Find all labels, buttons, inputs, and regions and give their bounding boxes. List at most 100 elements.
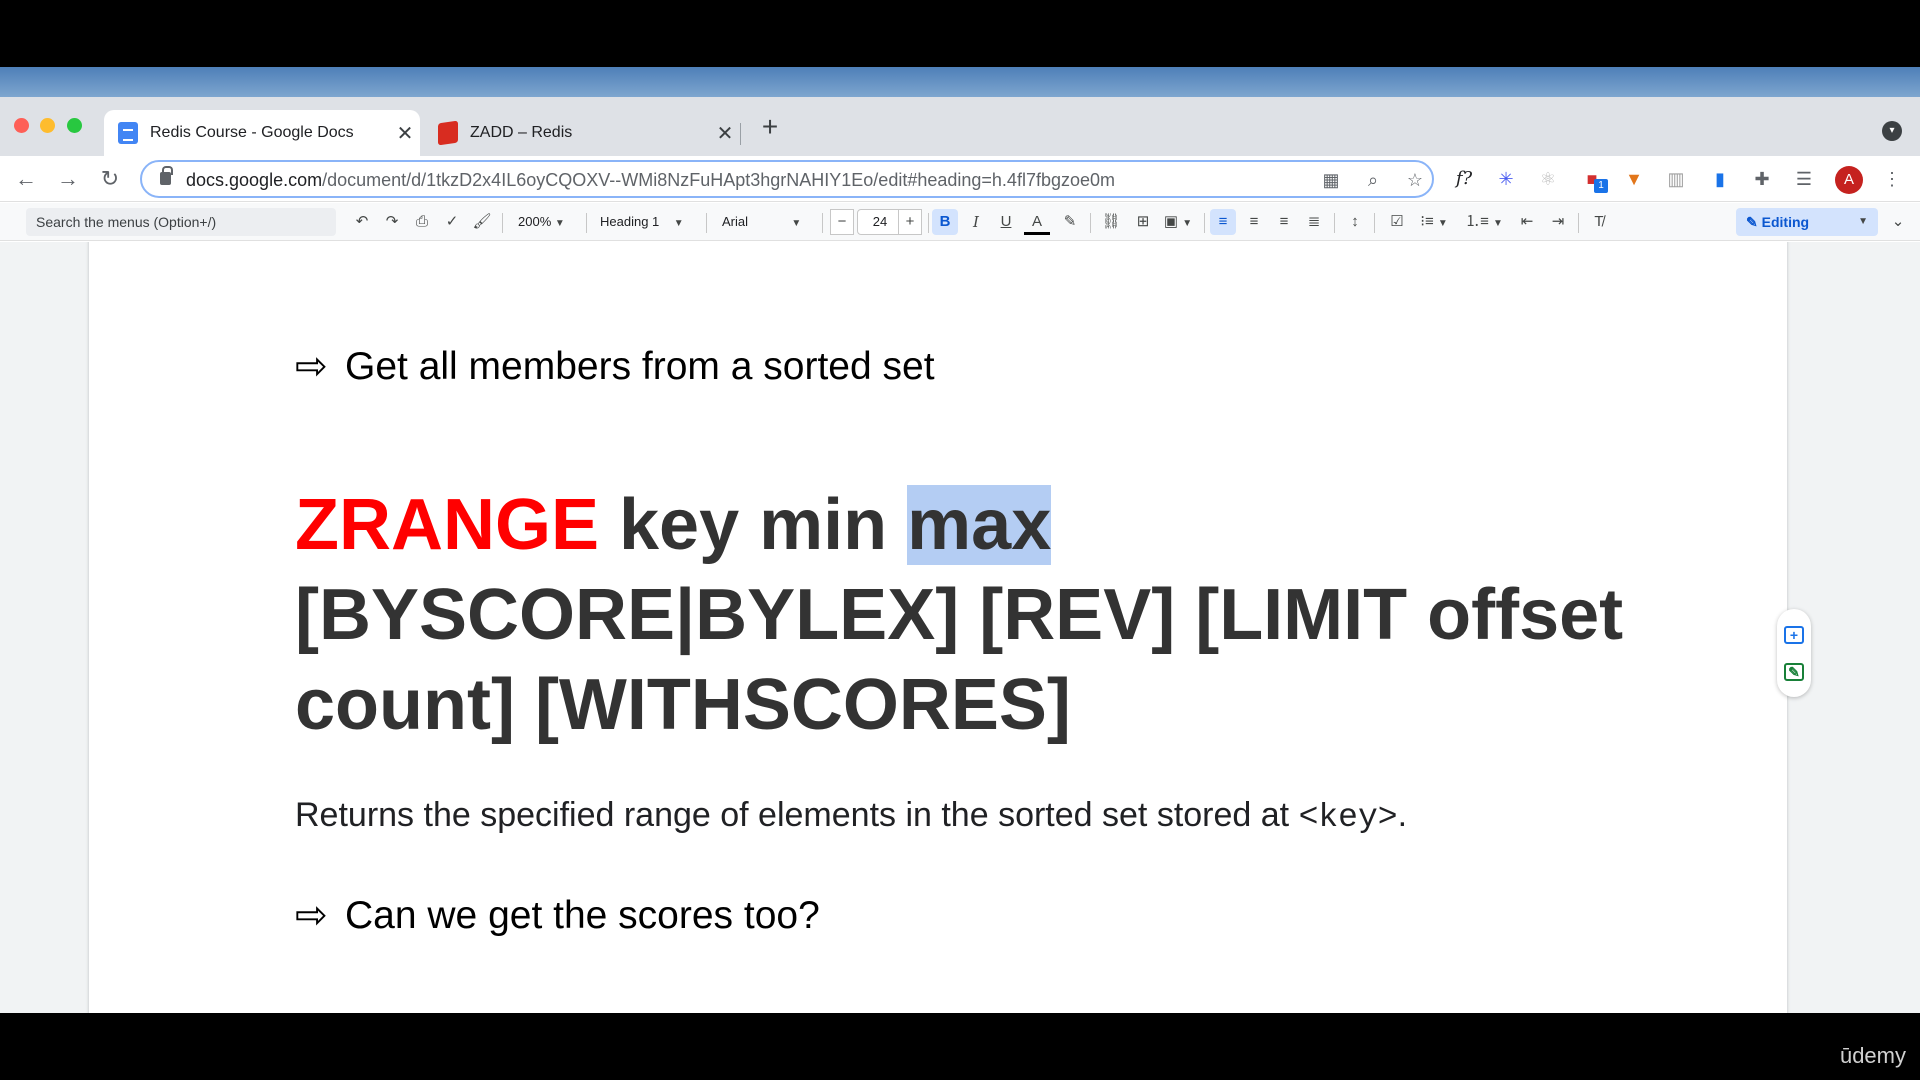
google-docs-icon (118, 122, 138, 144)
italic-button[interactable]: I (963, 209, 989, 235)
divider (586, 213, 587, 233)
bulleted-list-icon[interactable]: ⁝≡ ▼ (1414, 209, 1454, 235)
justify-icon[interactable]: ≣ (1301, 209, 1327, 235)
divider (1374, 213, 1375, 233)
udemy-watermark: ūdemy (1839, 1043, 1906, 1068)
function-icon[interactable]: f? (1452, 167, 1476, 191)
chart-icon[interactable]: ▥ (1664, 167, 1688, 191)
collapse-toolbar-icon[interactable]: ⌄ (1886, 209, 1910, 235)
minimize-window-button[interactable] (40, 118, 55, 133)
divider (502, 213, 503, 233)
print-icon[interactable]: ⎙ (410, 209, 434, 235)
side-comment-tools: + ✎ (1777, 609, 1811, 697)
chevron-down-icon: ▼ (791, 218, 802, 229)
document-canvas: ⇨ Get all members from a sorted set ZRANG… (0, 242, 1920, 1013)
divider (1204, 213, 1205, 233)
tab-redis[interactable]: ZADD – Redis ✕ (424, 110, 740, 156)
media-icon[interactable]: ☰ (1792, 167, 1816, 191)
align-right-icon[interactable]: ≡ (1271, 209, 1297, 235)
snowflake-icon[interactable]: ✳ (1494, 167, 1518, 191)
redo-icon[interactable]: ↷ (380, 209, 404, 235)
video-letterbox-bottom (0, 1013, 1920, 1080)
redis-icon (438, 120, 458, 146)
add-comment-icon[interactable]: ⊞ (1130, 209, 1156, 235)
tab-search-icon[interactable]: ▾ (1882, 121, 1902, 141)
tab-title: ZADD – Redis (470, 124, 573, 141)
desktop-background (0, 67, 1920, 97)
extension-badge-count: 1 (1594, 179, 1608, 193)
bookmark-star-icon[interactable]: ☆ (1404, 169, 1426, 191)
forward-icon[interactable]: → (54, 165, 82, 193)
chevron-down-icon: ▼ (1858, 216, 1868, 227)
arrow-icon: ⇨ (295, 894, 328, 937)
checklist-icon[interactable]: ☑ (1384, 209, 1410, 235)
profile-avatar[interactable]: A (1835, 166, 1863, 194)
tab-google-docs[interactable]: Redis Course - Google Docs ✕ (104, 110, 420, 156)
back-icon[interactable]: ← (12, 165, 40, 193)
document-page[interactable]: ⇨ Get all members from a sorted set ZRANG… (89, 242, 1787, 1013)
reload-icon[interactable]: ↻ (96, 165, 124, 193)
undo-icon[interactable]: ↶ (350, 209, 374, 235)
divider (706, 213, 707, 233)
spellcheck-icon[interactable]: ✓ (440, 209, 464, 235)
suggest-edits-icon[interactable]: ✎ (1784, 663, 1804, 681)
url-text[interactable]: docs.google.com/document/d/1tkzD2x4IL6oy… (186, 170, 1115, 191)
react-icon[interactable]: ⚛ (1536, 167, 1560, 191)
description-paragraph[interactable]: Returns the specified range of elements … (295, 796, 1407, 836)
docs-toolbar: Search the menus (Option+/) ↶ ↷ ⎙ ✓ 🖌 20… (0, 203, 1920, 241)
command-line-2[interactable]: [BYSCORE|BYLEX] [REV] [LIMIT offset (295, 570, 1623, 660)
address-bar[interactable]: docs.google.com/document/d/1tkzD2x4IL6oy… (140, 160, 1434, 198)
decrease-font-size-button[interactable]: − (830, 209, 854, 235)
decrease-indent-icon[interactable]: ⇤ (1514, 209, 1540, 235)
divider (1578, 213, 1579, 233)
insert-link-icon[interactable]: ⛓ (1098, 209, 1124, 235)
text-color-button[interactable]: A (1024, 209, 1050, 235)
command-line-3[interactable]: count] [WITHSCORES] (295, 660, 1071, 750)
paint-format-icon[interactable]: 🖌 (470, 209, 494, 235)
editing-mode-select[interactable]: ✎ Editing ▼ (1736, 208, 1878, 236)
divider (928, 213, 929, 233)
bold-button[interactable]: B (932, 209, 958, 235)
puzzle-icon[interactable]: ✚ (1750, 167, 1774, 191)
divider (822, 213, 823, 233)
line-spacing-icon[interactable]: ↕ (1342, 209, 1368, 235)
underline-button[interactable]: U (993, 209, 1019, 235)
align-center-icon[interactable]: ≡ (1241, 209, 1267, 235)
font-size-input[interactable]: 24 (857, 209, 903, 235)
paragraph-style-select[interactable]: Heading 1 ▼ (600, 209, 696, 235)
align-left-icon[interactable]: ≡ (1210, 209, 1236, 235)
lock-icon (160, 166, 173, 185)
increase-indent-icon[interactable]: ⇥ (1545, 209, 1571, 235)
add-comment-icon[interactable]: + (1784, 626, 1804, 644)
close-tab-icon[interactable]: ✕ (390, 121, 420, 146)
chevron-down-icon: ▼ (554, 218, 565, 229)
heading-scores[interactable]: ⇨ Can we get the scores too? (295, 893, 820, 938)
tab-strip: Redis Course - Google Docs ✕ ZADD – Redi… (0, 97, 1920, 156)
book-icon[interactable]: ▮ (1708, 167, 1732, 191)
zoom-icon[interactable]: ⌕ (1362, 169, 1384, 191)
zoom-select[interactable]: 200% ▼ (518, 209, 576, 235)
increase-font-size-button[interactable]: + (898, 209, 922, 235)
maximize-window-button[interactable] (67, 118, 82, 133)
numbered-list-icon[interactable]: ⒈≡ ▼ (1464, 209, 1504, 235)
heading-get-all-members[interactable]: ⇨ Get all members from a sorted set (295, 344, 935, 389)
clear-formatting-icon[interactable]: T̸ (1586, 209, 1612, 235)
menu-search-input[interactable]: Search the menus (Option+/) (26, 208, 336, 236)
metamask-icon[interactable]: ▼ (1622, 167, 1646, 191)
chevron-down-icon: ▼ (673, 218, 684, 229)
qr-code-icon[interactable]: ▦ (1320, 169, 1342, 191)
video-letterbox-top (0, 0, 1920, 67)
menu-dots-icon[interactable]: ⋮ (1880, 167, 1904, 191)
highlight-icon[interactable]: ✎ (1057, 209, 1083, 235)
command-line-1[interactable]: ZRANGE key min max (295, 480, 1052, 570)
extension-badge-icon[interactable]: ■ 1 (1580, 167, 1608, 193)
browser-toolbar: ← → ↻ docs.google.com/document/d/1tkzD2x… (0, 156, 1920, 202)
close-tab-icon[interactable]: ✕ (710, 121, 740, 146)
arrow-icon: ⇨ (295, 345, 328, 388)
selected-text: max (907, 485, 1052, 565)
insert-image-icon[interactable]: ▣ ▼ (1160, 209, 1196, 235)
close-window-button[interactable] (14, 118, 29, 133)
font-family-select[interactable]: Arial ▼ (722, 209, 820, 235)
new-tab-button[interactable]: + (756, 113, 784, 141)
divider (1090, 213, 1091, 233)
